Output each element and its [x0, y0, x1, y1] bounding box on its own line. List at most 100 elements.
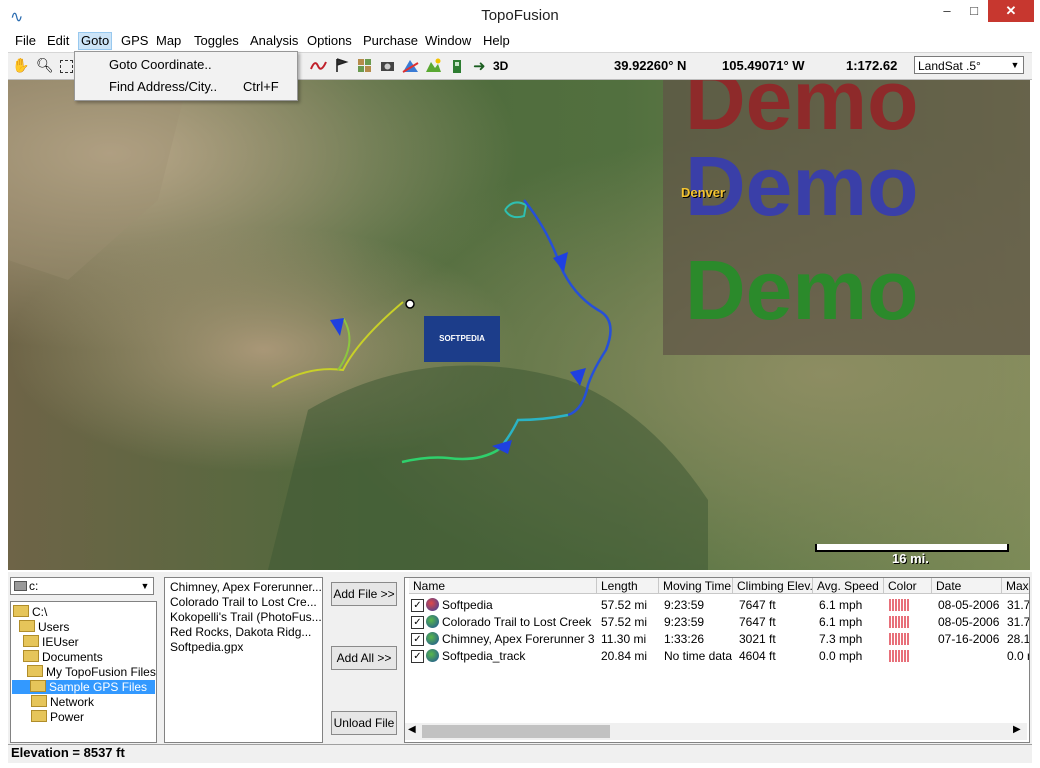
folder-icon — [30, 680, 46, 692]
scroll-left-icon[interactable]: ◀ — [408, 724, 416, 735]
pan-hand-icon[interactable]: ✋ — [12, 57, 29, 74]
longitude-readout: 105.49071° W — [722, 58, 805, 73]
visible-checkbox[interactable]: ✓ — [411, 599, 424, 612]
menu-help[interactable]: Help — [481, 33, 512, 49]
file-item[interactable]: Red Rocks, Dakota Ridg... — [170, 625, 311, 639]
column-header-max[interactable]: Max — [1002, 578, 1029, 594]
demo-watermark-green: Demo — [685, 243, 919, 337]
map-layer-select[interactable]: LandSat .5° ▼ — [914, 56, 1024, 74]
visible-checkbox[interactable]: ✓ — [411, 650, 424, 663]
folder-icon — [23, 650, 39, 662]
select-box-icon[interactable] — [60, 60, 73, 73]
add-all-button[interactable]: Add All >> — [331, 646, 397, 670]
file-item[interactable]: Colorado Trail to Lost Cre... — [170, 595, 317, 609]
file-item[interactable]: Kokopelli's Trail (PhotoFus... — [170, 610, 322, 624]
column-header-name[interactable]: Name — [409, 578, 597, 594]
track-globe-icon — [426, 598, 439, 611]
track-max: 0.0 n — [1007, 649, 1029, 663]
track-globe-icon — [426, 615, 439, 628]
file-item[interactable]: Chimney, Apex Forerunner... — [170, 580, 322, 594]
column-header-color[interactable]: Color — [884, 578, 932, 594]
tree-item[interactable]: Users — [19, 620, 69, 634]
menu-item-find-address[interactable]: Find Address/City.. — [109, 79, 217, 94]
scale-readout: 1:172.62 — [846, 58, 898, 73]
menu-window[interactable]: Window — [423, 33, 473, 49]
menu-toggles[interactable]: Toggles — [192, 33, 241, 49]
track-moving-time: 1:33:26 — [664, 632, 705, 646]
scroll-right-icon[interactable]: ▶ — [1013, 724, 1021, 735]
zoom-icon[interactable]: 🔍︎ — [36, 57, 54, 74]
folder-tree[interactable]: C:\ Users IEUser Documents My TopoFusion… — [10, 601, 157, 743]
close-button[interactable]: ✕ — [988, 0, 1034, 22]
maximize-button[interactable]: □ — [960, 0, 988, 22]
unload-file-button[interactable]: Unload File — [331, 711, 397, 735]
column-header-length[interactable]: Length — [597, 578, 659, 594]
folder-icon — [13, 605, 29, 617]
track-avg-speed: 0.0 mph — [819, 649, 863, 663]
track-avg-speed: 7.3 mph — [819, 632, 863, 646]
elevation-readout: Elevation = 8537 ft — [11, 745, 125, 760]
minimize-button[interactable]: – — [933, 0, 961, 22]
folder-icon — [27, 665, 43, 677]
column-header-avg-speed[interactable]: Avg. Speed — [813, 578, 884, 594]
track-max: 28.1 — [1007, 632, 1030, 646]
track-moving-time: No time data — [664, 649, 733, 663]
menu-options[interactable]: Options — [305, 33, 354, 49]
map-layer-value: LandSat .5° — [918, 59, 981, 73]
menu-goto[interactable]: Goto — [77, 32, 113, 50]
chevron-down-icon: ▼ — [1010, 60, 1020, 70]
track-table[interactable]: Name Length Moving Time Climbing Elev. A… — [404, 577, 1030, 743]
folder-icon — [19, 620, 35, 632]
3d-view-button[interactable]: 3D — [493, 59, 508, 73]
column-header-climbing[interactable]: Climbing Elev. — [733, 578, 813, 594]
track-color-swatch[interactable] — [889, 633, 909, 645]
tree-item[interactable]: My TopoFusion Files — [27, 665, 156, 679]
scrollbar-thumb[interactable] — [422, 725, 610, 738]
track-draw-icon[interactable] — [310, 57, 327, 74]
file-item[interactable]: Softpedia.gpx — [170, 640, 243, 654]
drive-icon — [14, 581, 27, 591]
menu-analysis[interactable]: Analysis — [248, 33, 300, 49]
file-list[interactable]: Chimney, Apex Forerunner... Colorado Tra… — [164, 577, 323, 743]
menu-map[interactable]: Map — [154, 33, 183, 49]
photo-camera-icon[interactable] — [379, 57, 396, 74]
tree-item[interactable]: IEUser — [23, 635, 79, 649]
add-file-button[interactable]: Add File >> — [331, 582, 397, 606]
column-header-moving-time[interactable]: Moving Time — [659, 578, 733, 594]
goto-arrow-icon[interactable]: ➜ — [473, 57, 486, 75]
track-color-swatch[interactable] — [889, 616, 909, 628]
menu-edit[interactable]: Edit — [45, 33, 71, 49]
tree-item[interactable]: Network — [31, 695, 94, 709]
menu-item-goto-coordinate[interactable]: Goto Coordinate.. — [109, 57, 212, 72]
gps-device-icon[interactable] — [448, 57, 465, 74]
drive-value: c: — [29, 579, 39, 593]
visible-checkbox[interactable]: ✓ — [411, 616, 424, 629]
softpedia-logo: SOFTPEDIA — [424, 316, 500, 362]
elevation-profile-icon[interactable] — [402, 57, 419, 74]
visible-checkbox[interactable]: ✓ — [411, 633, 424, 646]
menu-purchase[interactable]: Purchase — [361, 33, 420, 49]
track-length: 11.30 mi — [601, 632, 647, 646]
window-title: TopoFusion — [481, 7, 559, 24]
menu-file[interactable]: File — [13, 33, 38, 49]
menu-bar: File Edit Goto GPS Map Toggles Analysis … — [8, 31, 1032, 51]
track-max: 31.7 — [1007, 615, 1030, 629]
tree-item[interactable]: Documents — [23, 650, 103, 664]
track-climbing: 4604 ft — [739, 649, 776, 663]
waypoint-flag-icon[interactable] — [333, 57, 350, 74]
menu-gps[interactable]: GPS — [119, 33, 150, 49]
track-length: 20.84 mi — [601, 649, 648, 663]
track-date: 07-16-2006 — [938, 632, 1000, 646]
tree-item-selected[interactable]: Sample GPS Files — [12, 680, 155, 694]
tile-grid-icon[interactable] — [356, 57, 373, 74]
track-avg-speed: 6.1 mph — [819, 598, 863, 612]
city-label: Denver — [681, 185, 726, 200]
column-header-date[interactable]: Date — [932, 578, 1002, 594]
tree-item[interactable]: C:\ — [13, 605, 47, 619]
tree-item[interactable]: Power — [31, 710, 84, 724]
track-color-swatch[interactable] — [889, 650, 909, 662]
drive-select[interactable]: c: ▼ — [10, 577, 154, 595]
track-color-swatch[interactable] — [889, 599, 909, 611]
track-name: Chimney, Apex Forerunner 30... — [442, 632, 595, 646]
terrain-color-icon[interactable] — [425, 57, 442, 74]
